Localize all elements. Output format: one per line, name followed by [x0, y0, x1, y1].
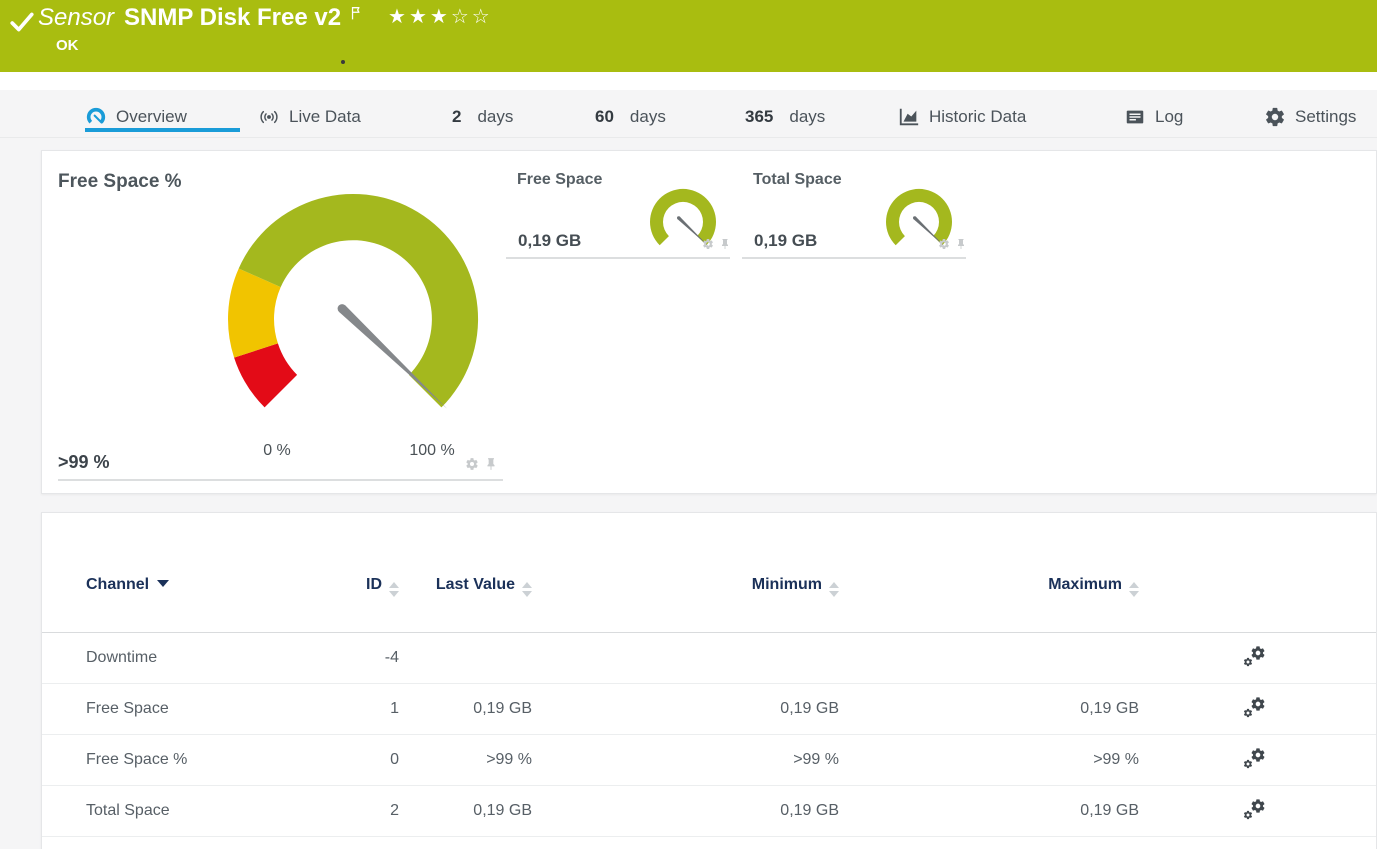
cell-maximum: 0,19 GB [1080, 700, 1139, 717]
header-divider [0, 72, 1377, 90]
tab-label: Overview [116, 107, 187, 126]
tab-label: days [789, 107, 826, 126]
column-header-channel[interactable]: Channel [42, 513, 356, 596]
pin-icon[interactable] [484, 457, 498, 471]
sensor-header: Sensor SNMP Disk Free v2 ★★★☆☆ OK [0, 0, 1377, 72]
tab-log[interactable]: Log [1124, 104, 1183, 130]
sort-arrows-icon [829, 582, 839, 597]
cell-last-value: 0,19 GB [473, 700, 532, 717]
caret-down-icon [157, 580, 170, 587]
table-row-total-space[interactable]: Total Space 2 0,19 GB 0,19 GB 0,19 GB [42, 786, 1376, 837]
flag-icon[interactable] [349, 3, 366, 23]
gauge-icon [85, 106, 107, 128]
tab-number: 2 [452, 107, 462, 126]
gear-icon[interactable] [938, 238, 950, 250]
mini-gauge-title: Total Space [753, 171, 842, 188]
rating-stars-empty: ☆☆ [450, 6, 493, 28]
gear-icon[interactable] [465, 457, 479, 471]
tab-2-days[interactable]: 2 days [452, 104, 513, 130]
gear-icon [1264, 106, 1286, 128]
tab-label: Historic Data [929, 107, 1027, 126]
gauge-scale-min: 0 % [263, 442, 291, 459]
cell-channel: Downtime [86, 649, 158, 666]
mini-tile-total-space: Total Space 0,19 GB [742, 161, 966, 259]
column-header-id[interactable]: ID [356, 513, 399, 597]
sort-arrows-icon [522, 582, 532, 597]
gear-icon[interactable] [702, 238, 714, 250]
primary-gauge-value: >99 % [58, 452, 110, 472]
channel-settings-gears-icon[interactable] [1241, 798, 1268, 824]
tabbar-divider [0, 137, 1377, 138]
tab-label: Settings [1295, 107, 1357, 126]
cell-channel: Free Space % [86, 751, 188, 768]
broadcast-icon [258, 106, 280, 128]
tab-label: days [477, 107, 514, 126]
cell-id: 0 [390, 751, 399, 768]
sort-arrows-icon [389, 582, 399, 597]
gauge-scale-max: 100 % [409, 442, 455, 459]
column-header-maximum[interactable]: Maximum [839, 513, 1139, 597]
area-chart-icon [898, 106, 920, 128]
tab-label: Live Data [289, 107, 361, 126]
gauges-panel: Free Space % 0 % 100 % >99 % Free Space … [41, 150, 1377, 494]
status-check-icon [9, 9, 35, 35]
primary-gauge-title: Free Space % [58, 171, 182, 192]
channel-settings-gears-icon[interactable] [1241, 645, 1268, 671]
cell-maximum: 0,19 GB [1080, 802, 1139, 819]
tab-historic-data[interactable]: Historic Data [898, 104, 1026, 130]
tab-live-data[interactable]: Live Data [258, 104, 361, 130]
tab-number: 60 [595, 107, 614, 126]
cell-minimum: 0,19 GB [780, 802, 839, 819]
column-header-last-value[interactable]: Last Value [399, 513, 532, 597]
rating-stars[interactable]: ★★★☆☆ [388, 4, 493, 30]
mini-gauge-title: Free Space [517, 171, 603, 188]
table-row-downtime[interactable]: Downtime -4 [42, 633, 1376, 684]
rating-stars-filled: ★★★ [388, 6, 451, 28]
log-icon [1124, 106, 1146, 128]
cell-channel: Free Space [86, 700, 169, 717]
pin-icon[interactable] [955, 238, 967, 250]
sort-arrows-icon [1129, 582, 1139, 597]
tab-number: 365 [745, 107, 774, 126]
channels-table-panel: Channel ID Last Value Minimum Maximum Do… [41, 512, 1377, 849]
sensor-kind-label: Sensor [38, 4, 115, 31]
tile-separator [58, 479, 503, 481]
mini-gauge-value: 0,19 GB [518, 231, 582, 250]
dot-indicator [341, 60, 345, 64]
table-row-free-space-pct[interactable]: Free Space % 0 >99 % >99 % >99 % [42, 735, 1376, 786]
status-badge: OK [56, 37, 79, 54]
cell-minimum: >99 % [793, 751, 839, 768]
cell-maximum: >99 % [1093, 751, 1139, 768]
tab-label: days [629, 107, 666, 126]
pin-icon[interactable] [719, 238, 731, 250]
cell-minimum: 0,19 GB [780, 700, 839, 717]
tab-settings[interactable]: Settings [1264, 104, 1356, 130]
mini-tile-free-space: Free Space 0,19 GB [506, 161, 730, 259]
tab-label: Log [1155, 107, 1184, 126]
primary-gauge [228, 193, 479, 409]
sensor-title: SNMP Disk Free v2 [124, 4, 342, 31]
cell-last-value: 0,19 GB [473, 802, 532, 819]
table-header-row: Channel ID Last Value Minimum Maximum [42, 513, 1376, 633]
cell-id: 1 [390, 700, 399, 717]
channel-settings-gears-icon[interactable] [1241, 747, 1268, 773]
table-row-free-space[interactable]: Free Space 1 0,19 GB 0,19 GB 0,19 GB [42, 684, 1376, 735]
tab-60-days[interactable]: 60 days [595, 104, 666, 130]
cell-id: -4 [384, 649, 399, 666]
channel-settings-gears-icon[interactable] [1241, 696, 1268, 722]
mini-gauge-value: 0,19 GB [754, 231, 818, 250]
cell-id: 2 [390, 802, 399, 819]
tab-365-days[interactable]: 365 days [745, 104, 825, 130]
tab-overview[interactable]: Overview [85, 104, 187, 130]
active-tab-underline [85, 128, 240, 132]
cell-last-value: >99 % [486, 751, 532, 768]
column-header-minimum[interactable]: Minimum [532, 513, 839, 597]
cell-channel: Total Space [86, 802, 170, 819]
